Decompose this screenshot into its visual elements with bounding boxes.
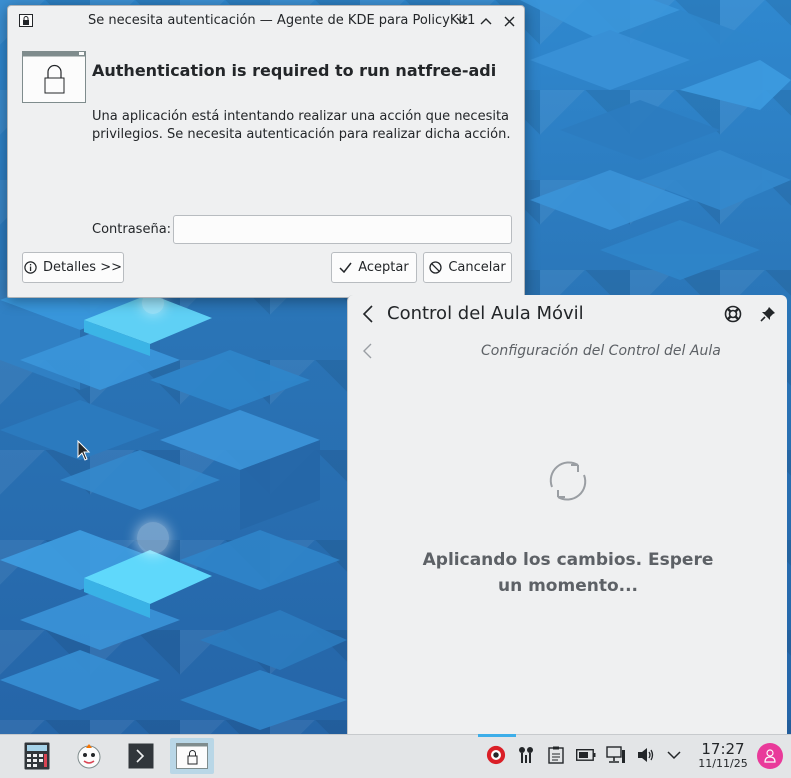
dialog-message: Una aplicación está intentando realizar … [92, 109, 511, 142]
chevron-down-icon [667, 750, 681, 759]
taskbar-terminal[interactable] [119, 738, 163, 774]
terminal-icon [128, 743, 154, 769]
cancel-button[interactable]: Cancelar [423, 252, 512, 283]
refresh-spinner-icon [549, 461, 587, 501]
aula-title: Control del Aula Móvil [387, 303, 584, 324]
wallpaper-glow [137, 522, 169, 554]
accept-button[interactable]: Aceptar [331, 252, 417, 283]
dialog-titlebar[interactable]: Se necesita autenticación — Agente de KD… [8, 6, 524, 36]
speaker-volume-icon [638, 748, 654, 762]
mascot-icon [77, 744, 101, 769]
lock-window-icon [176, 743, 208, 769]
maximize-button[interactable] [477, 12, 495, 30]
details-button[interactable]: Detalles >> [22, 252, 124, 283]
mouse-cursor-icon [77, 440, 91, 461]
tray-recorder[interactable] [486, 745, 506, 765]
user-icon [764, 749, 776, 763]
back-arrow-icon[interactable] [360, 304, 378, 324]
window-menu-button[interactable] [453, 12, 471, 30]
taskbar-auth-window[interactable] [170, 738, 214, 774]
aula-status-message: Aplicando los cambios. Espere un momento… [422, 550, 714, 596]
clock-time[interactable]: 17:27 [696, 740, 750, 758]
password-input[interactable] [173, 215, 512, 244]
tray-volume[interactable] [636, 745, 656, 765]
pin-icon[interactable] [759, 305, 777, 323]
accept-label: Aceptar [358, 260, 409, 275]
close-button[interactable] [500, 12, 518, 30]
taskbar-mascot-app[interactable] [67, 738, 111, 774]
tray-active-indicator [478, 734, 516, 737]
record-icon [486, 745, 506, 765]
dialog-window-title: Se necesita autenticación — Agente de KD… [88, 13, 476, 28]
cancel-icon [429, 261, 442, 274]
cancel-label: Cancelar [448, 260, 506, 275]
auth-dialog: Se necesita autenticación — Agente de KD… [7, 5, 525, 298]
tray-expand-button[interactable] [664, 745, 684, 765]
taskbar-calculator[interactable] [15, 738, 59, 774]
aula-panel: Control del Aula Móvil Configuración del… [347, 295, 787, 734]
tray-battery[interactable] [576, 745, 596, 765]
checkmark-icon [339, 262, 352, 273]
lock-window-icon [19, 14, 33, 27]
clipboard-icon [548, 746, 564, 764]
chevron-down-icon [456, 17, 468, 24]
chevron-up-icon [480, 18, 492, 25]
tray-network[interactable] [606, 745, 626, 765]
tray-clipboard[interactable] [546, 745, 566, 765]
calculator-icon [24, 742, 50, 770]
tray-network-share[interactable] [516, 745, 536, 765]
aula-subtitle: Configuración del Control del Aula [481, 343, 721, 359]
info-icon [24, 261, 37, 274]
password-label: Contraseña: [92, 222, 172, 237]
user-avatar[interactable] [757, 743, 783, 769]
clock-date[interactable]: 11/11/25 [692, 757, 754, 770]
battery-icon [576, 749, 596, 761]
dialog-heading: Authentication is required to run natfre… [92, 61, 497, 80]
people-network-icon [519, 747, 533, 763]
lock-dialog-icon [22, 51, 86, 103]
close-icon [504, 16, 514, 26]
subpage-back-icon[interactable] [361, 342, 375, 360]
help-lifebuoy-icon[interactable] [724, 305, 742, 323]
wired-network-icon [606, 746, 625, 763]
aula-header: Control del Aula Móvil [348, 295, 787, 333]
details-label: Detalles >> [43, 260, 122, 275]
